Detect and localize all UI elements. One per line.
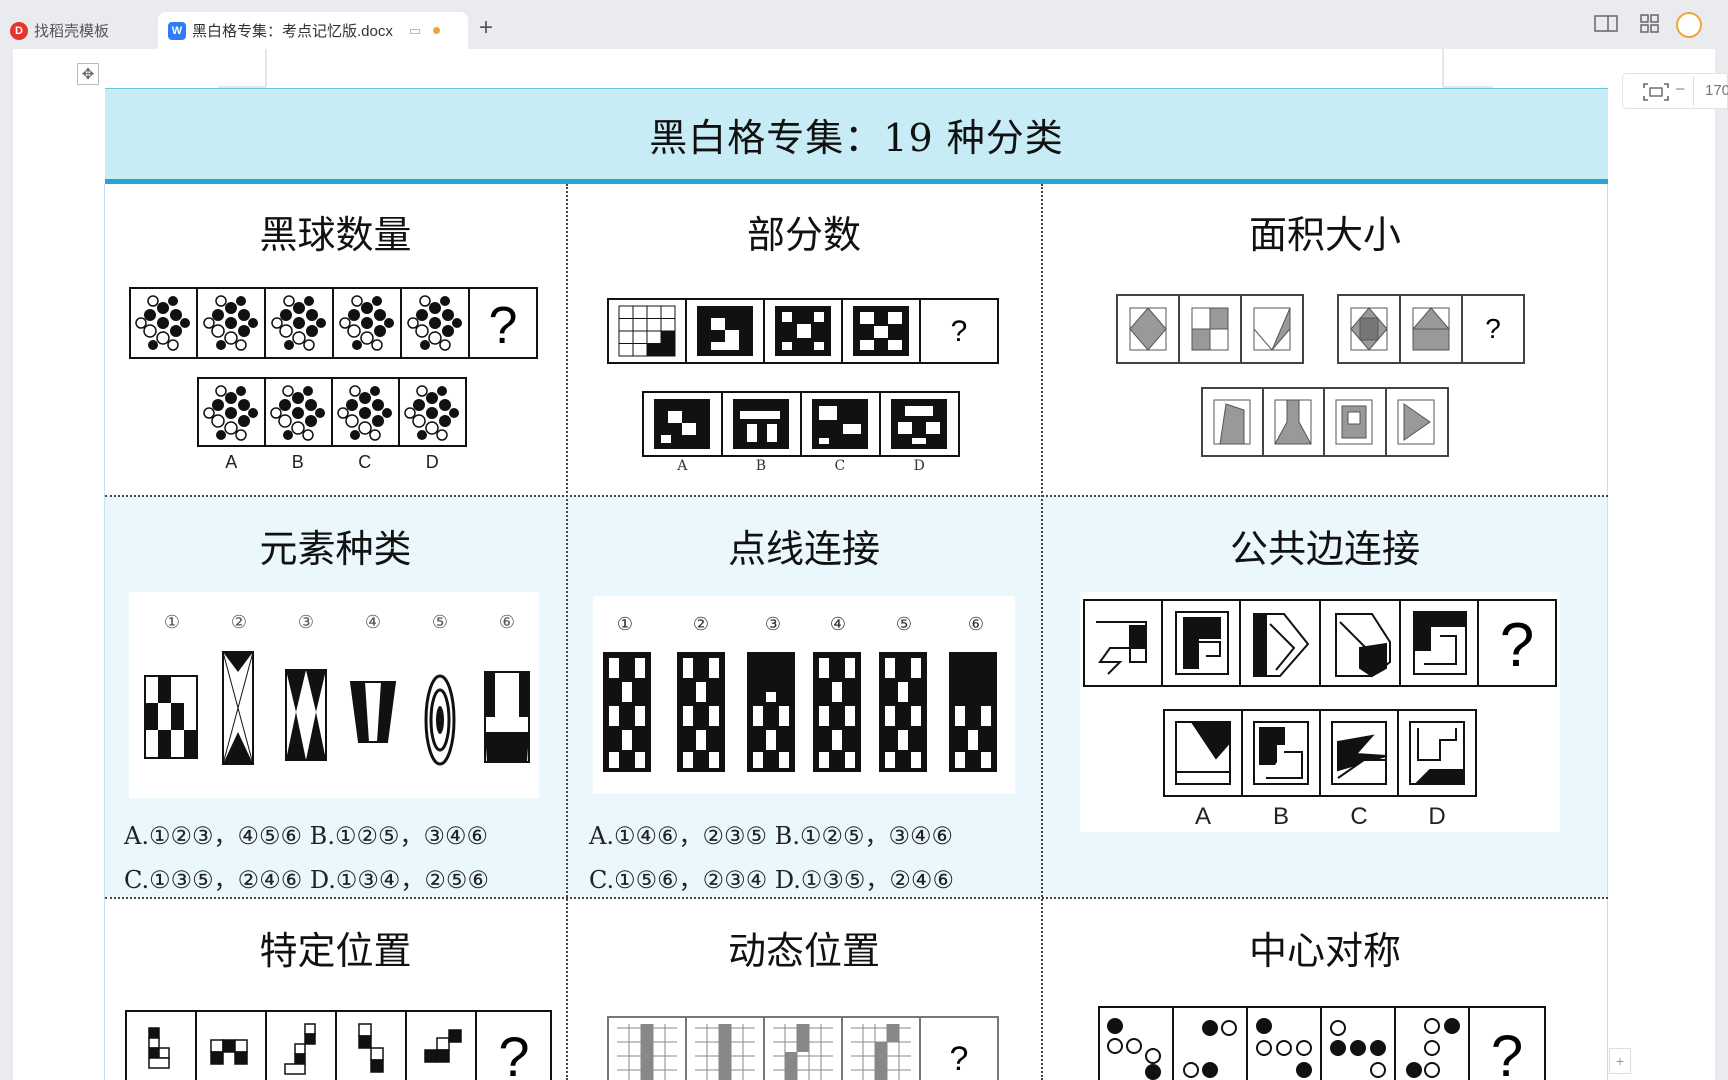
cell-title: 特定位置 — [259, 929, 412, 973]
figure-point-line-connection: ① ② ③ ④ ⑤ ⑥ — [593, 596, 1015, 794]
answer-label: C — [358, 452, 372, 472]
answer-label: D — [913, 458, 925, 474]
divider — [1693, 76, 1694, 106]
table-move-handle-icon[interactable]: ✥ — [77, 63, 99, 85]
cell-title: 点线连接 — [727, 527, 880, 571]
zoom-level[interactable]: 170 — [1705, 82, 1728, 99]
question-mark-icon: ? — [951, 315, 968, 348]
answer-option: C.①③⑤，②④⑥ D.①③④，②⑤⑥ — [124, 866, 489, 894]
figure-area-size: ? A B C D — [1116, 294, 1525, 457]
cell-title: 部分数 — [746, 213, 861, 257]
cell-part-count: 部分数 ? A B C D — [567, 184, 1041, 495]
answer-label: D — [1428, 803, 1445, 830]
answer-label: D — [425, 452, 439, 472]
new-tab-button[interactable]: + — [479, 14, 493, 42]
cell-element-types: 元素种类 ① ② ③ ④ ⑤ ⑥ A.①②③，④⑤⑥ B.①②⑤，③④⑥ C.①… — [105, 496, 566, 897]
answer-label: C — [1350, 803, 1367, 830]
margin-marks — [218, 49, 1493, 88]
tab-document[interactable]: W 黑白格专集：考点记忆版.docx ▭ — [158, 12, 468, 49]
answer-labels: A B C D — [198, 452, 466, 473]
question-row: ? — [129, 287, 538, 359]
answer-label: A — [225, 452, 238, 472]
monitor-icon[interactable]: ▭ — [409, 23, 421, 39]
figure-central-symmetry: ? — [1098, 1006, 1546, 1080]
question-mark-icon: ? — [1491, 1024, 1523, 1080]
fit-page-icon[interactable] — [1642, 82, 1670, 102]
figure-number: ② — [231, 612, 247, 633]
question-mark-icon: ? — [1500, 611, 1534, 680]
tab-label: 找稻壳模板 — [34, 23, 110, 40]
figure-number: ① — [617, 614, 633, 635]
avatar[interactable] — [1676, 12, 1702, 38]
writer-doc-icon: W — [168, 21, 186, 40]
figure-number: ⑥ — [499, 612, 515, 633]
answer-label: B — [755, 458, 767, 474]
cell-specific-position: 特定位置 ? — [105, 898, 566, 1080]
figure-number: ⑤ — [432, 612, 448, 633]
figure-specific-position: ? — [125, 1010, 552, 1080]
cell-title: 中心对称 — [1248, 929, 1401, 973]
cell-title: 公共边连接 — [1229, 527, 1420, 571]
answer-option: A.①④⑥，②③⑤ B.①②⑤，③④⑥ — [589, 822, 954, 850]
figure-number: ② — [693, 614, 709, 635]
question-mark-icon: ? — [1485, 313, 1501, 344]
zoom-toolbar: – 170 — [1622, 73, 1728, 109]
cell-central-symmetry: 中心对称 ? — [1042, 898, 1608, 1080]
cell-common-edge-connection: 公共边连接 ? A B C D — [1042, 496, 1608, 897]
figure-element-types: ① ② ③ ④ ⑤ ⑥ — [129, 592, 539, 798]
figure-number: ④ — [365, 612, 381, 633]
question-mark-icon: ? — [489, 297, 518, 355]
tab-label: 黑白格专集：考点记忆版.docx — [192, 23, 393, 40]
answer-option: C.①⑤⑥，②③④ D.①③⑤，②④⑥ — [589, 866, 954, 894]
cell-area-size: 面积大小 ? — [1042, 184, 1608, 495]
cell-dynamic-position: 动态位置 ? — [567, 898, 1041, 1080]
answer-label: B — [1273, 803, 1289, 830]
cell-title: 面积大小 — [1248, 213, 1401, 257]
grid-figure — [603, 652, 651, 772]
cell-title: 元素种类 — [259, 527, 412, 571]
answer-label: C — [834, 458, 846, 474]
answer-row — [197, 377, 467, 447]
grid-apps-icon[interactable] — [1638, 14, 1662, 34]
figure-number: ③ — [765, 614, 781, 635]
figure-dynamic-position: ? — [607, 1016, 999, 1080]
figure-number: ⑥ — [968, 614, 984, 635]
document-banner: 黑白格专集：19 种分类 — [105, 88, 1608, 184]
tab-daoke-templates[interactable]: D 找稻壳模板 — [0, 12, 153, 49]
figure-number: ④ — [830, 614, 846, 635]
cell-point-line-connection: 点线连接 ① ② ③ ④ ⑤ ⑥ A.①④⑥，②③⑤ B.①②⑤，③④⑥ C.①… — [567, 496, 1041, 897]
figure-number: ③ — [298, 612, 314, 633]
figure-number: ⑤ — [896, 614, 912, 635]
cell-title: 黑球数量 — [259, 213, 412, 257]
question-mark-icon: ? — [950, 1040, 969, 1078]
figure-common-edge-connection: ? A B C D — [1080, 592, 1560, 832]
question-mark-icon: ? — [498, 1025, 529, 1080]
wps-logo-icon: D — [10, 21, 28, 40]
tab-bar: D 找稻壳模板 W 黑白格专集：考点记忆版.docx ▭ + — [0, 0, 1728, 49]
answer-labels: A B C D — [643, 458, 959, 474]
zoom-out-icon[interactable]: – — [1676, 80, 1684, 97]
unsaved-dot-icon — [433, 27, 441, 34]
answer-option: A.①②③，④⑤⑥ B.①②⑤，③④⑥ — [124, 822, 489, 850]
answer-label: B — [291, 452, 304, 472]
figure-black-ball-count: ? — [129, 287, 538, 447]
figure-part-count: ? — [607, 298, 999, 457]
add-button[interactable]: + — [1609, 1048, 1631, 1074]
answer-label: A — [1195, 803, 1211, 830]
answer-label: A — [677, 458, 688, 474]
layout-icon[interactable] — [1594, 14, 1618, 34]
figure-number: ① — [164, 612, 180, 633]
cell-black-ball-count: 黑球数量 ? A B C D — [105, 184, 566, 495]
cell-title: 动态位置 — [727, 929, 880, 973]
page-title: 黑白格专集：19 种分类 — [649, 115, 1064, 160]
